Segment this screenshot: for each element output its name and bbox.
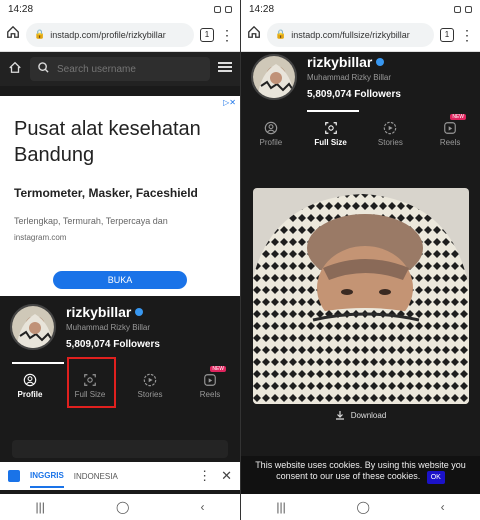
tab-profile[interactable]: Profile [241,112,301,156]
tab-switcher-button[interactable]: 1 [200,27,214,42]
browser-menu-icon[interactable]: ⋮ [460,28,474,42]
advertisement[interactable]: ▷✕ Pusat alat kesehatan Bandung Termomet… [0,96,240,296]
avatar[interactable] [251,54,297,100]
url-text: instadp.com/profile/rizkybillar [50,29,166,40]
tab-profile[interactable]: Profile [0,364,60,408]
home-icon[interactable] [247,25,261,44]
reels-icon [444,122,456,134]
ad-source: instagram.com [14,233,67,242]
profile-icon [264,121,278,135]
status-icons [454,5,472,13]
ad-cta-button[interactable]: BUKA [53,271,187,289]
verified-badge-icon [135,308,144,316]
site-logo-icon[interactable] [8,60,22,79]
content-card [12,440,228,458]
recents-icon[interactable]: ||| [36,500,45,514]
follower-count: 5,809,074 Followers [66,339,160,350]
wifi-icon [214,5,221,13]
back-icon[interactable]: ‹ [441,500,445,514]
new-badge: NEW [210,366,226,372]
battery-icon [465,5,472,13]
system-nav-bar: ||| ◯ ‹ [241,494,480,520]
fullsize-icon [324,122,337,134]
status-bar: 14:28 [241,0,480,18]
full-size-profile-photo [253,188,469,404]
status-bar: 14:28 [0,0,240,18]
verified-badge-icon [376,58,385,66]
search-input[interactable] [57,63,202,75]
tab-reels[interactable]: NEW Reels [420,112,480,156]
ad-description: Terlengkap, Termurah, Terpercaya dan [14,216,168,226]
status-time: 14:28 [249,3,275,15]
status-time: 14:28 [8,3,34,15]
tab-reels[interactable]: NEW Reels [180,364,240,408]
home-icon[interactable] [6,25,20,44]
home-button-icon[interactable]: ◯ [356,500,369,514]
address-bar[interactable]: 🔒 instadp.com/profile/rizkybillar [26,22,194,47]
back-icon[interactable]: ‹ [200,500,204,514]
browser-toolbar: 🔒 instadp.com/fullsize/rizkybillar 1 ⋮ [241,18,480,52]
translate-menu-icon[interactable]: ⋮ [198,468,211,484]
tab-switcher-button[interactable]: 1 [440,27,454,42]
profile-tabs: Profile Full Size Stories NEW Reels [0,364,240,408]
close-icon[interactable]: ✕ [221,468,232,484]
lock-icon: 🔒 [275,29,287,39]
wifi-icon [454,5,461,13]
recents-icon[interactable]: ||| [276,500,285,514]
reels-icon [204,374,216,386]
username: rizkybillar [66,304,160,320]
stories-icon [143,373,157,387]
right-screen: 14:28 🔒 instadp.com/fullsize/rizkybillar… [240,0,480,520]
follower-count: 5,809,074 Followers [307,89,401,100]
search-icon [38,60,49,78]
tab-stories[interactable]: Stories [361,112,421,156]
google-translate-icon [8,470,20,482]
site-navbar [0,52,240,86]
address-bar[interactable]: 🔒 instadp.com/fullsize/rizkybillar [267,22,434,47]
translate-bar: INGGRIS INDONESIA ⋮ ✕ [0,462,240,490]
url-text: instadp.com/fullsize/rizkybillar [291,29,410,40]
ad-choices-icon[interactable]: ▷✕ [223,98,236,107]
new-badge: NEW [450,114,466,120]
download-icon [335,411,344,420]
search-box[interactable] [30,57,210,81]
home-button-icon[interactable]: ◯ [116,500,129,514]
full-name: Muhammad Rizky Billar [66,323,151,332]
profile-tabs: Profile Full Size Stories NEW Reels [241,112,480,156]
profile-header: rizkybillar Muhammad Rizky Billar 5,809,… [10,304,160,350]
tab-stories[interactable]: Stories [120,364,180,408]
hamburger-menu-icon[interactable] [218,60,232,78]
cookie-ok-button[interactable]: OK [426,471,445,484]
system-nav-bar: ||| ◯ ‹ [0,494,240,520]
battery-icon [225,5,232,13]
download-button[interactable]: Download [241,410,480,420]
browser-toolbar: 🔒 instadp.com/profile/rizkybillar 1 ⋮ [0,18,240,52]
ad-subhead: Termometer, Masker, Faceshield [14,186,198,200]
translate-lang-source[interactable]: INGGRIS [30,471,64,488]
avatar[interactable] [10,304,56,350]
tab-full-size[interactable]: Full Size [301,112,361,156]
full-size-highlight-box [67,357,116,408]
left-screen: 14:28 🔒 instadp.com/profile/rizkybillar … [0,0,240,520]
browser-menu-icon[interactable]: ⋮ [220,28,234,42]
lock-icon: 🔒 [34,29,46,39]
username: rizkybillar [307,54,401,70]
cookie-banner: This website uses cookies. By using this… [241,456,480,496]
profile-icon [23,373,37,387]
translate-lang-target[interactable]: INDONESIA [74,472,118,481]
profile-header: rizkybillar Muhammad Rizky Billar 5,809,… [251,54,401,100]
ad-headline: Pusat alat kesehatan Bandung [14,118,201,166]
full-name: Muhammad Rizky Billar [307,73,392,82]
status-icons [214,5,232,13]
stories-icon [384,121,397,135]
